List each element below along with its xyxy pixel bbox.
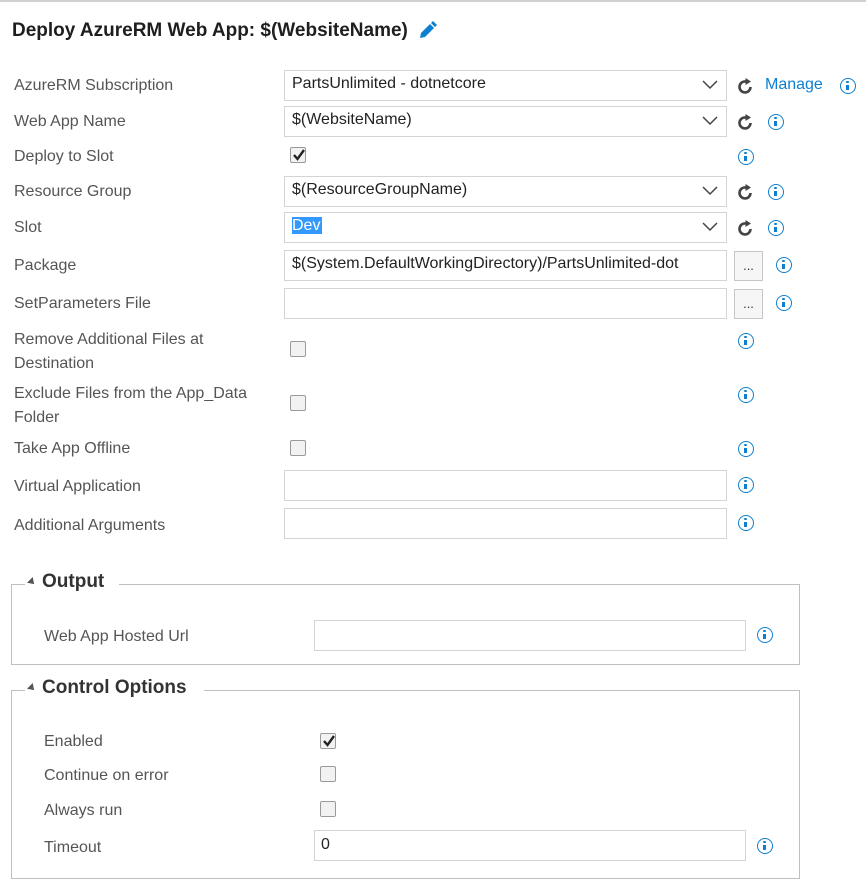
slot-value: Dev: [292, 217, 323, 234]
remove-files-label-line2: Destination: [14, 355, 95, 372]
info-icon[interactable]: [776, 257, 792, 273]
web-app-name-label: Web App Name: [14, 113, 126, 130]
chevron-down-icon: [702, 186, 718, 196]
check-icon: [323, 735, 335, 747]
deploy-to-slot-label: Deploy to Slot: [14, 148, 114, 165]
info-icon[interactable]: [738, 477, 754, 493]
web-app-name-select[interactable]: $(WebsiteName): [284, 106, 727, 137]
info-icon[interactable]: [757, 627, 773, 643]
virtual-application-input[interactable]: [284, 470, 727, 501]
setparameters-input[interactable]: [284, 288, 727, 319]
refresh-icon[interactable]: [735, 77, 755, 97]
task-title: Deploy AzureRM Web App: $(WebsiteName): [12, 20, 438, 42]
collapse-triangle-icon: [27, 683, 37, 693]
collapse-triangle-icon: [27, 577, 37, 587]
deploy-to-slot-checkbox[interactable]: [290, 147, 306, 163]
always-run-label: Always run: [44, 802, 123, 819]
enabled-checkbox[interactable]: [320, 733, 336, 749]
exclude-app-data-label: Exclude Files from the App_Data Folder: [14, 382, 247, 430]
slot-value-wrap: Dev: [292, 217, 323, 235]
info-icon[interactable]: [738, 149, 754, 165]
output-group-header[interactable]: Output: [26, 571, 111, 593]
manage-link[interactable]: Manage: [765, 76, 823, 94]
remove-files-label-line1: Remove Additional Files at: [14, 331, 204, 348]
info-icon[interactable]: [776, 295, 792, 311]
check-icon: [293, 149, 305, 161]
info-icon[interactable]: [757, 838, 773, 854]
virtual-application-label: Virtual Application: [14, 478, 141, 495]
subscription-select[interactable]: PartsUnlimited - dotnetcore: [284, 70, 727, 101]
info-icon[interactable]: [738, 515, 754, 531]
group-border: [204, 690, 800, 691]
info-icon[interactable]: [738, 441, 754, 457]
refresh-icon[interactable]: [735, 219, 755, 239]
take-offline-label: Take App Offline: [14, 440, 131, 457]
top-divider: [0, 0, 866, 2]
exclude-app-data-checkbox[interactable]: [290, 395, 306, 411]
info-icon[interactable]: [768, 184, 784, 200]
exclude-app-data-label-line1: Exclude Files from the App_Data: [14, 385, 248, 402]
additional-arguments-label: Additional Arguments: [14, 517, 166, 534]
control-options-group-header[interactable]: Control Options: [26, 677, 193, 699]
package-browse-button[interactable]: ...: [734, 251, 763, 281]
info-icon[interactable]: [738, 387, 754, 403]
resource-group-select[interactable]: $(ResourceGroupName): [284, 176, 727, 207]
pencil-icon[interactable]: [416, 20, 438, 42]
always-run-checkbox[interactable]: [320, 801, 336, 817]
output-group-title: Output: [42, 571, 105, 592]
timeout-value: 0: [321, 836, 330, 853]
take-offline-checkbox[interactable]: [290, 440, 306, 456]
slot-select[interactable]: Dev: [284, 212, 727, 243]
package-input[interactable]: $(System.DefaultWorkingDirectory)/PartsU…: [284, 250, 727, 281]
info-icon[interactable]: [738, 333, 754, 349]
hosted-url-label: Web App Hosted Url: [44, 628, 189, 645]
subscription-label: AzureRM Subscription: [14, 77, 174, 94]
timeout-input[interactable]: 0: [314, 830, 746, 861]
control-options-group-title: Control Options: [42, 677, 187, 698]
package-label: Package: [14, 257, 77, 274]
info-icon[interactable]: [840, 78, 856, 94]
timeout-label: Timeout: [44, 839, 102, 856]
refresh-icon[interactable]: [735, 113, 755, 133]
info-icon[interactable]: [768, 114, 784, 130]
group-border: [11, 584, 25, 585]
resource-group-value: $(ResourceGroupName): [292, 181, 468, 198]
group-border: [119, 584, 800, 585]
package-value: $(System.DefaultWorkingDirectory)/PartsU…: [292, 255, 679, 272]
chevron-down-icon: [702, 80, 718, 90]
web-app-name-value: $(WebsiteName): [292, 111, 412, 128]
exclude-app-data-label-line2: Folder: [14, 409, 60, 426]
group-border: [11, 690, 25, 691]
remove-files-checkbox[interactable]: [290, 341, 306, 357]
enabled-label: Enabled: [44, 733, 103, 750]
setparameters-browse-button[interactable]: ...: [734, 289, 763, 319]
continue-on-error-checkbox[interactable]: [320, 766, 336, 782]
setparameters-label: SetParameters File: [14, 295, 151, 312]
refresh-icon[interactable]: [735, 183, 755, 203]
additional-arguments-input[interactable]: [284, 508, 727, 539]
hosted-url-input[interactable]: [314, 620, 746, 651]
remove-files-label: Remove Additional Files at Destination: [14, 328, 203, 376]
task-title-text: Deploy AzureRM Web App: $(WebsiteName): [12, 20, 408, 41]
chevron-down-icon: [702, 116, 718, 126]
resource-group-label: Resource Group: [14, 183, 132, 200]
continue-on-error-label: Continue on error: [44, 767, 169, 784]
chevron-down-icon: [702, 222, 718, 232]
subscription-value: PartsUnlimited - dotnetcore: [292, 75, 486, 92]
info-icon[interactable]: [768, 220, 784, 236]
slot-label: Slot: [14, 219, 42, 236]
